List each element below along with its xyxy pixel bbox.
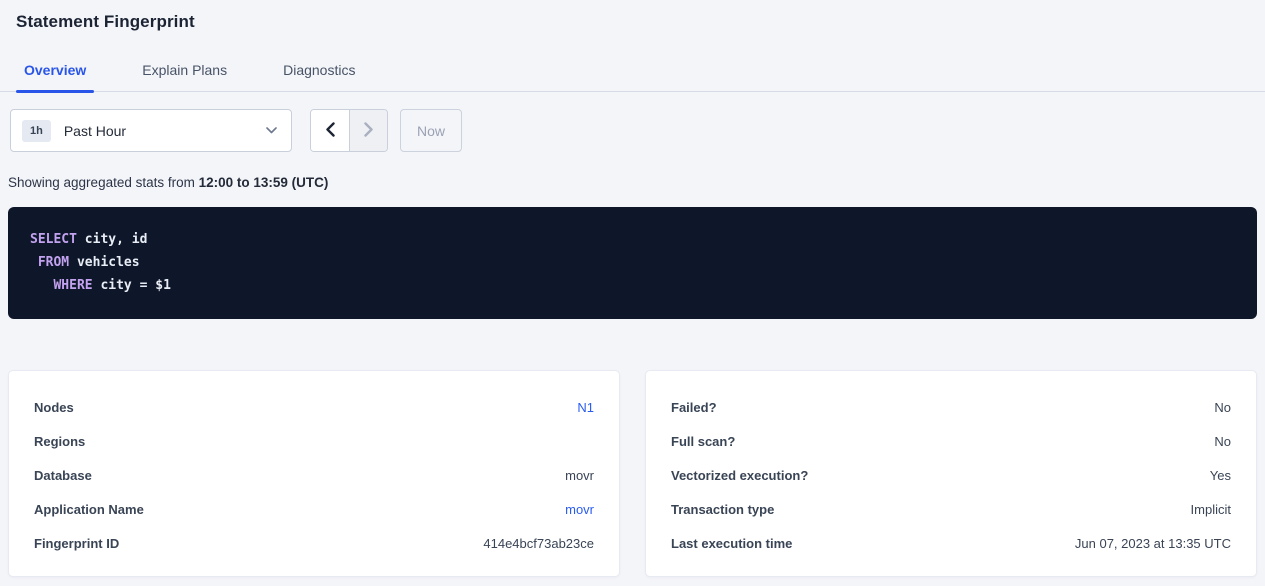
row-value: 414e4bcf73ab23ce [483,536,594,551]
previous-time-button[interactable] [311,110,349,151]
row-label: Nodes [34,400,74,415]
row-label: Regions [34,434,85,449]
statement-details-card: NodesN1RegionsDatabasemovrApplication Na… [8,370,620,577]
table-row: Nodes N1 [34,390,594,424]
row-value: No [1214,400,1231,415]
row-value: Yes [1210,468,1231,483]
sql-keyword: FROM [38,255,69,270]
chevron-right-icon [364,122,374,140]
row-label: Full scan? [671,434,735,449]
row-value: movr [565,468,594,483]
sql-line: WHERE city = $1 [30,274,1235,297]
sql-keyword: WHERE [53,278,92,293]
table-row: Vectorized execution? Yes [671,458,1231,492]
tab-diagnostics[interactable]: Diagnostics [275,58,363,91]
row-label: Application Name [34,502,144,517]
row-value: Jun 07, 2023 at 13:35 UTC [1075,536,1231,551]
page-title: Statement Fingerprint [16,12,1249,32]
row-label: Fingerprint ID [34,536,119,551]
table-row: Full scan? No [671,424,1231,458]
time-step-buttons [310,109,388,152]
summary-cards: NodesN1RegionsDatabasemovrApplication Na… [8,370,1257,577]
aggregated-stats-line: Showing aggregated stats from 12:00 to 1… [8,175,1257,190]
time-range-label: Past Hour [64,123,126,139]
table-row: Failed? No [671,390,1231,424]
row-label: Database [34,468,92,483]
page-header: Statement Fingerprint [0,0,1265,32]
row-label: Vectorized execution? [671,468,808,483]
chevron-down-icon [266,127,277,134]
tab-explain-plans[interactable]: Explain Plans [134,58,235,91]
sql-keyword: SELECT [30,232,77,247]
row-value: No [1214,434,1231,449]
table-row: Transaction type Implicit [671,492,1231,526]
table-row: Fingerprint ID 414e4bcf73ab23ce [34,526,594,560]
tab-strip: Overview Explain Plans Diagnostics [0,58,1265,92]
table-row: Regions [34,424,594,458]
now-button[interactable]: Now [400,109,462,152]
sql-statement-box: SELECT city, id FROM vehicles WHERE city… [8,207,1257,319]
table-row: Application Name movr [34,492,594,526]
row-label: Transaction type [671,502,774,517]
sql-text: vehicles [69,255,139,270]
row-value-link[interactable]: N1 [577,400,594,415]
table-row: Database movr [34,458,594,492]
sql-text: city = $1 [93,278,171,293]
sql-line: SELECT city, id [30,228,1235,251]
row-value-link[interactable]: movr [565,502,594,517]
execution-attributes-card: Failed? No Full scan? No Vectorized executio… [645,370,1257,577]
table-row: Last execution time Jun 07, 2023 at 13:35… [671,526,1231,560]
time-toolbar: 1h Past Hour Now [10,109,1257,152]
row-label: Last execution time [671,536,792,551]
sql-text [30,278,53,293]
chevron-left-icon [325,122,335,140]
interval-badge: 1h [22,120,51,142]
row-value: Implicit [1191,502,1231,517]
stats-line-prefix: Showing aggregated stats from [8,175,199,190]
tab-overview[interactable]: Overview [16,58,94,91]
sql-text [30,255,38,270]
stats-line-range: 12:00 to 13:59 (UTC) [199,175,329,190]
sql-text: city, id [77,232,147,247]
time-range-dropdown[interactable]: 1h Past Hour [10,109,292,152]
sql-line: FROM vehicles [30,251,1235,274]
row-label: Failed? [671,400,717,415]
next-time-button[interactable] [349,110,387,151]
